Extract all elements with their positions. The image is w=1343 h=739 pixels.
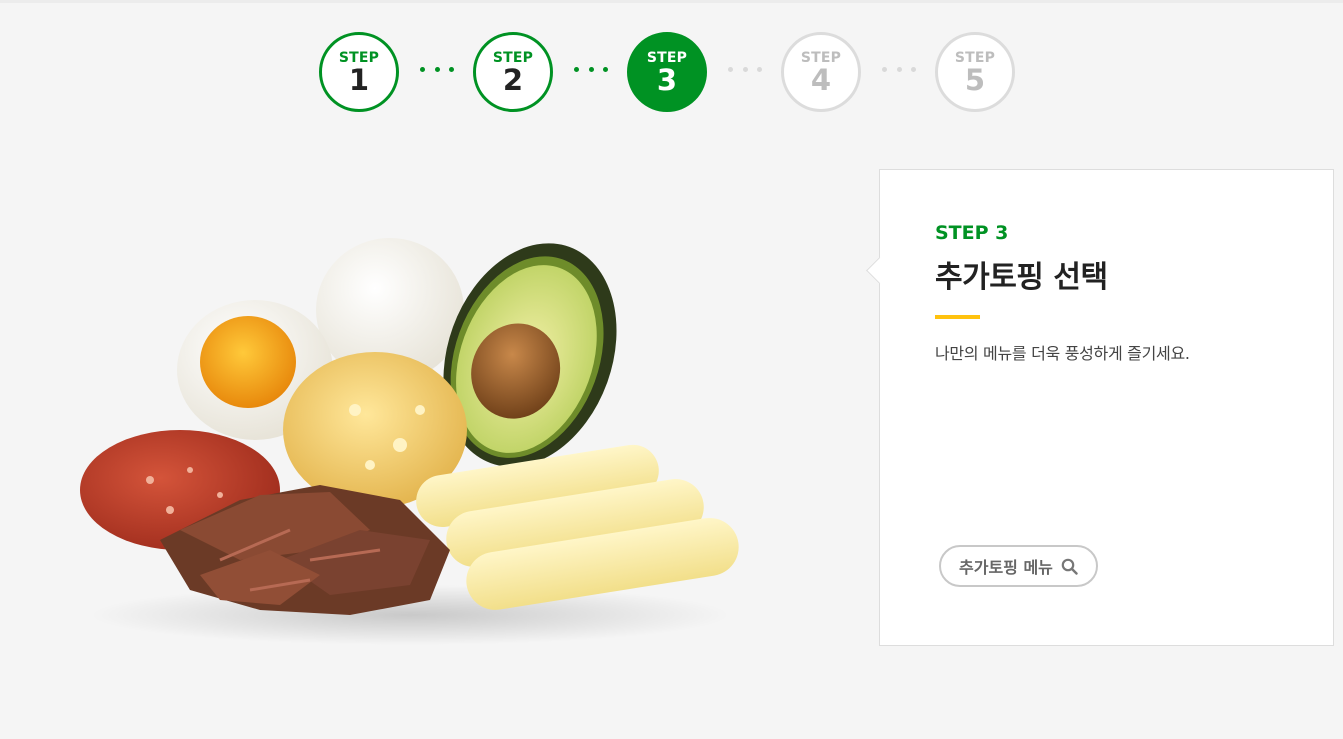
step-connector-dots [728,67,762,73]
card-pointer-arrow [866,257,893,284]
step-4[interactable]: STEP 4 [781,32,861,112]
step-number: 2 [502,63,524,97]
step-5[interactable]: STEP 5 [935,32,1015,112]
step-info-card: STEP 3 추가토핑 선택 나만의 메뉴를 더욱 풍성하게 즐기세요. 추가토… [866,169,1334,646]
card-step-tag: STEP 3 [935,222,1009,244]
step-2[interactable]: STEP 2 [473,32,553,112]
step-number: 5 [964,63,986,97]
toppings-image [70,230,770,650]
step-3[interactable]: STEP 3 [627,32,707,112]
topping-menu-button-label: 추가토핑 메뉴 [959,558,1053,577]
step-number: 3 [656,63,678,97]
top-divider [0,0,1343,3]
step-1[interactable]: STEP 1 [319,32,399,112]
topping-menu-button[interactable]: 추가토핑 메뉴 [939,545,1098,587]
step-connector-dots [882,67,916,73]
card-title: 추가토핑 선택 [935,260,1108,295]
step-connector-dots [574,67,608,73]
step-connector-dots [420,67,454,73]
title-underline [935,315,980,319]
step-number: 4 [810,63,832,97]
step-number: 1 [348,63,370,97]
card-description: 나만의 메뉴를 더욱 풍성하게 즐기세요. [935,344,1190,363]
search-icon [1061,558,1078,575]
